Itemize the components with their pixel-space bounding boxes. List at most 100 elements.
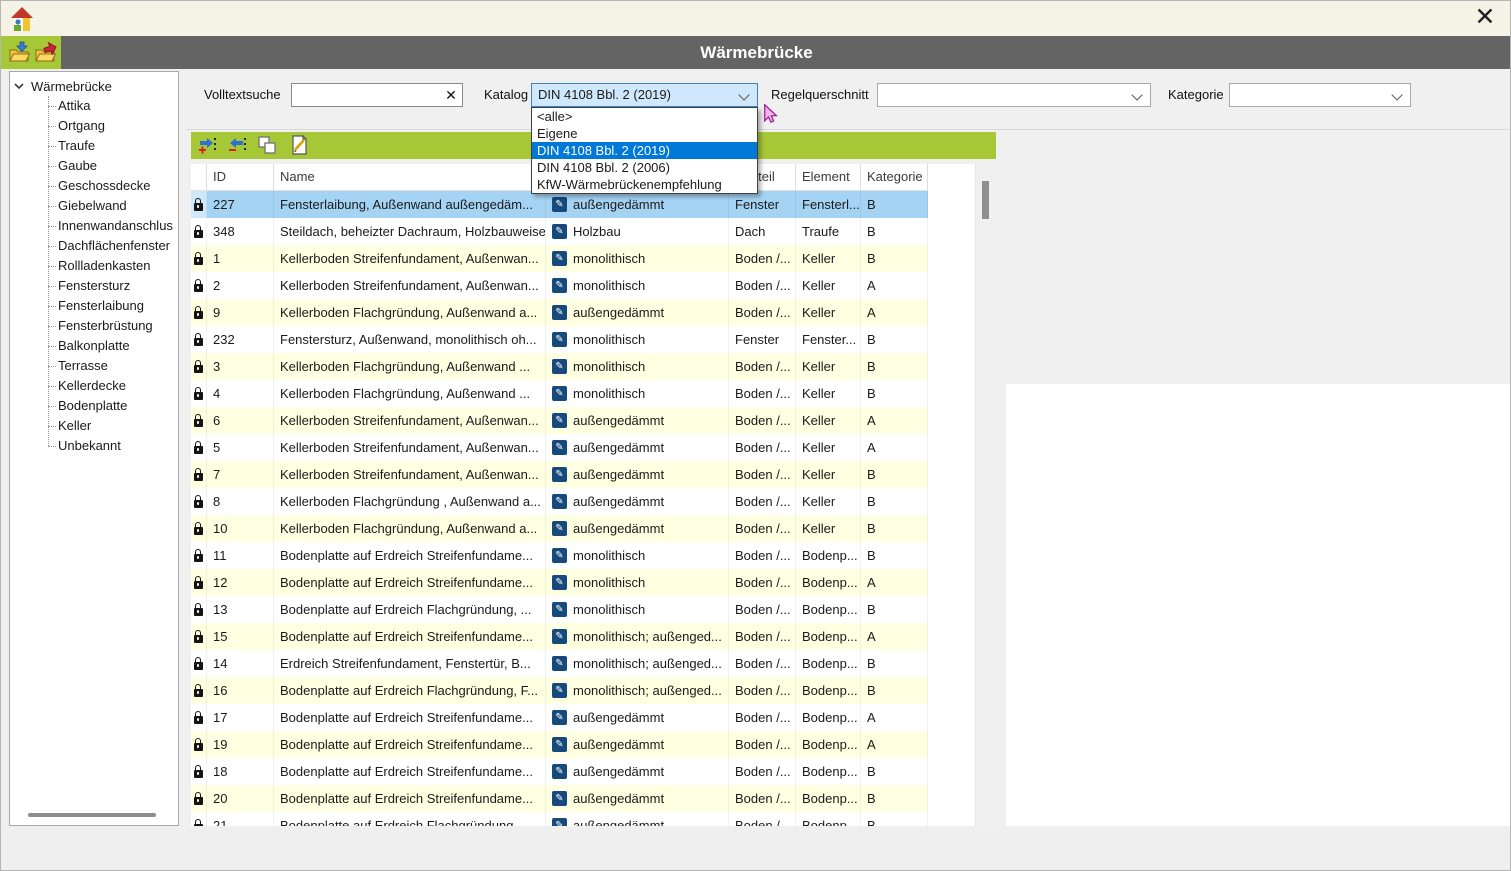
close-icon[interactable]: ✕ — [1468, 1, 1502, 35]
tree-item-giebelwand[interactable]: Giebelwand — [10, 196, 178, 216]
kategorie-combobox[interactable] — [1229, 83, 1411, 107]
dropdown-option[interactable]: DIN 4108 Bbl. 2 (2006) — [532, 159, 757, 176]
table-row[interactable]: 1Kellerboden Streifenfundament, Außenwan… — [191, 245, 928, 272]
edit-icon[interactable]: ✎ — [552, 764, 567, 779]
table-row[interactable]: 232Fenstersturz, Außenwand, monolithisch… — [191, 326, 928, 353]
tree-item-innenwandanschlus[interactable]: Innenwandanschlus — [10, 216, 178, 236]
add-entry-icon[interactable] — [197, 135, 217, 155]
dropdown-option[interactable]: <alle> — [532, 108, 757, 125]
table-row[interactable]: 9Kellerboden Flachgründung, Außenwand a.… — [191, 299, 928, 326]
edit-icon[interactable]: ✎ — [552, 494, 567, 509]
table-row[interactable]: 15Bodenplatte auf Erdreich Streifenfunda… — [191, 623, 928, 650]
bottom-bar: ✓ OK ✕ Abbrechen — [1, 826, 1511, 871]
tree-horizontal-scrollbar[interactable] — [28, 813, 156, 817]
cell-kategorie: A — [861, 731, 928, 758]
table-row[interactable]: 3Kellerboden Flachgründung, Außenwand ..… — [191, 353, 928, 380]
table-row[interactable]: 8Kellerboden Flachgründung , Außenwand a… — [191, 488, 928, 515]
tree-item-balkonplatte[interactable]: Balkonplatte — [10, 336, 178, 356]
edit-icon[interactable]: ✎ — [552, 251, 567, 266]
table-vertical-scrollbar[interactable] — [975, 164, 996, 826]
tree-root-wärmebrücke[interactable]: Wärmebrücke — [14, 76, 112, 96]
edit-icon[interactable]: ✎ — [552, 629, 567, 644]
edit-icon[interactable]: ✎ — [552, 602, 567, 617]
regelquerschnitt-combobox[interactable] — [877, 83, 1151, 107]
header-name[interactable]: Name — [274, 164, 546, 190]
clear-search-icon[interactable]: ✕ — [440, 87, 462, 104]
edit-icon[interactable]: ✎ — [552, 521, 567, 536]
table-row[interactable]: 7Kellerboden Streifenfundament, Außenwan… — [191, 461, 928, 488]
table-row[interactable]: 227Fensterlaibung, Außenwand außengedäm.… — [191, 191, 928, 218]
table-body: 227Fensterlaibung, Außenwand außengedäm.… — [191, 191, 928, 826]
tree-item-fensterbrüstung[interactable]: Fensterbrüstung — [10, 316, 178, 336]
edit-icon[interactable]: ✎ — [552, 440, 567, 455]
table-row[interactable]: 10Kellerboden Flachgründung, Außenwand a… — [191, 515, 928, 542]
search-input[interactable] — [292, 88, 440, 103]
cell-id: 12 — [207, 569, 274, 596]
header-id[interactable]: ID — [207, 164, 274, 190]
tree-item-unbekannt[interactable]: Unbekannt — [10, 436, 178, 456]
header-kategorie[interactable]: Kategorie — [861, 164, 928, 190]
table-row[interactable]: 16Bodenplatte auf Erdreich Flachgründung… — [191, 677, 928, 704]
cell-bauteil: Boden /... — [729, 569, 796, 596]
edit-icon[interactable]: ✎ — [552, 224, 567, 239]
edit-icon[interactable]: ✎ — [552, 575, 567, 590]
tree-item-keller[interactable]: Keller — [10, 416, 178, 436]
edit-entry-icon[interactable] — [289, 135, 309, 155]
edit-icon[interactable]: ✎ — [552, 818, 567, 826]
tree-item-rollladenkasten[interactable]: Rollladenkasten — [10, 256, 178, 276]
edit-icon[interactable]: ✎ — [552, 386, 567, 401]
remove-entry-icon[interactable] — [227, 135, 247, 155]
table-row[interactable]: 20Bodenplatte auf Erdreich Streifenfunda… — [191, 785, 928, 812]
tree-item-fenstersturz[interactable]: Fenstersturz — [10, 276, 178, 296]
table-row[interactable]: 13Bodenplatte auf Erdreich Flachgründung… — [191, 596, 928, 623]
edit-icon[interactable]: ✎ — [552, 791, 567, 806]
table-row[interactable]: 4Kellerboden Flachgründung, Außenwand ..… — [191, 380, 928, 407]
table-row[interactable]: 17Bodenplatte auf Erdreich Streifenfunda… — [191, 704, 928, 731]
cell-daemmung: ✎monolithisch — [546, 326, 729, 353]
edit-icon[interactable]: ✎ — [552, 278, 567, 293]
cell-element: Bodenp... — [796, 623, 861, 650]
header-element[interactable]: Element — [796, 164, 861, 190]
table-row[interactable]: 6Kellerboden Streifenfundament, Außenwan… — [191, 407, 928, 434]
dropdown-option[interactable]: Eigene — [532, 125, 757, 142]
table-row[interactable]: 2Kellerboden Streifenfundament, Außenwan… — [191, 272, 928, 299]
cell-daemmung: ✎monolithisch; außenged... — [546, 623, 729, 650]
edit-icon[interactable]: ✎ — [552, 710, 567, 725]
dropdown-option[interactable]: DIN 4108 Bbl. 2 (2019) — [532, 142, 757, 159]
tree-item-traufe[interactable]: Traufe — [10, 136, 178, 156]
edit-icon[interactable]: ✎ — [552, 683, 567, 698]
tree-item-gaube[interactable]: Gaube — [10, 156, 178, 176]
edit-icon[interactable]: ✎ — [552, 359, 567, 374]
tree-item-geschossdecke[interactable]: Geschossdecke — [10, 176, 178, 196]
tree-item-fensterlaibung[interactable]: Fensterlaibung — [10, 296, 178, 316]
copy-entry-icon[interactable] — [257, 135, 277, 155]
edit-icon[interactable]: ✎ — [552, 413, 567, 428]
tree-item-ortgang[interactable]: Ortgang — [10, 116, 178, 136]
tree-item-dachflächenfenster[interactable]: Dachflächenfenster — [10, 236, 178, 256]
table-row[interactable]: 19Bodenplatte auf Erdreich Streifenfunda… — [191, 731, 928, 758]
katalog-combobox[interactable]: DIN 4108 Bbl. 2 (2019) — [531, 83, 758, 107]
table-row[interactable]: 12Bodenplatte auf Erdreich Streifenfunda… — [191, 569, 928, 596]
tree-item-kellerdecke[interactable]: Kellerdecke — [10, 376, 178, 396]
cell-id: 2 — [207, 272, 274, 299]
table-row[interactable]: 14Erdreich Streifenfundament, Fenstertür… — [191, 650, 928, 677]
edit-icon[interactable]: ✎ — [552, 332, 567, 347]
scrollbar-thumb[interactable] — [982, 181, 989, 219]
edit-icon[interactable]: ✎ — [552, 656, 567, 671]
table-row[interactable]: 11Bodenplatte auf Erdreich Streifenfunda… — [191, 542, 928, 569]
tree-item-terrasse[interactable]: Terrasse — [10, 356, 178, 376]
header-lock[interactable] — [191, 164, 207, 190]
table-row[interactable]: 348Steildach, beheizter Dachraum, Holzba… — [191, 218, 928, 245]
edit-icon[interactable]: ✎ — [552, 737, 567, 752]
edit-icon[interactable]: ✎ — [552, 548, 567, 563]
tree-item-bodenplatte[interactable]: Bodenplatte — [10, 396, 178, 416]
table-row[interactable]: 21Bodenplatte auf Erdreich Flachgründung… — [191, 812, 928, 826]
edit-icon[interactable]: ✎ — [552, 305, 567, 320]
edit-icon[interactable]: ✎ — [552, 467, 567, 482]
table-row[interactable]: 18Bodenplatte auf Erdreich Streifenfunda… — [191, 758, 928, 785]
tree-item-attika[interactable]: Attika — [10, 96, 178, 116]
table-row[interactable]: 5Kellerboden Streifenfundament, Außenwan… — [191, 434, 928, 461]
cell-kategorie: B — [861, 758, 928, 785]
edit-icon[interactable]: ✎ — [552, 197, 567, 212]
dropdown-option[interactable]: KfW-Wärmebrückenempfehlung — [532, 176, 757, 193]
